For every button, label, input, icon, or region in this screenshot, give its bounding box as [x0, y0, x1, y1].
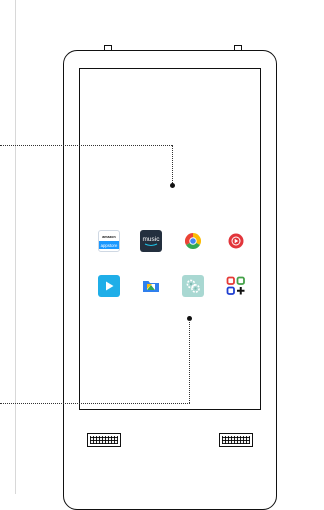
files-folder-logo: [143, 281, 159, 292]
right-speaker-grille: [219, 433, 253, 447]
music-label-text: music: [142, 235, 160, 243]
appstore-label-text: appstore: [99, 241, 119, 249]
music-smile-mark: [144, 243, 158, 246]
callout-leader-top-horizontal: [0, 145, 172, 146]
amazon-music-icon[interactable]: music: [140, 230, 162, 252]
appstore-brand-text: amazon: [102, 235, 116, 239]
callout-anchor-top: [170, 183, 175, 188]
gear-app-logo: [186, 279, 200, 293]
callout-leader-bottom-horizontal: [0, 403, 190, 404]
music-player-logo: [228, 233, 244, 249]
amazon-appstore-icon[interactable]: amazon appstore: [98, 230, 120, 252]
add-app-logo: [226, 276, 245, 295]
music-player-icon[interactable]: [225, 230, 247, 252]
add-app-icon[interactable]: [225, 275, 247, 297]
chrome-logo: [185, 233, 201, 249]
callout-leader-bottom-vertical: [189, 320, 190, 403]
page-margin-rule: [15, 0, 16, 494]
play-icon[interactable]: [98, 275, 120, 297]
chrome-icon[interactable]: [182, 230, 204, 252]
files-icon[interactable]: [140, 275, 162, 297]
callout-leader-top-vertical: [172, 145, 173, 185]
play-triangle: [106, 281, 114, 291]
gear-app-icon[interactable]: [182, 275, 204, 297]
left-speaker-grille: [87, 433, 121, 447]
